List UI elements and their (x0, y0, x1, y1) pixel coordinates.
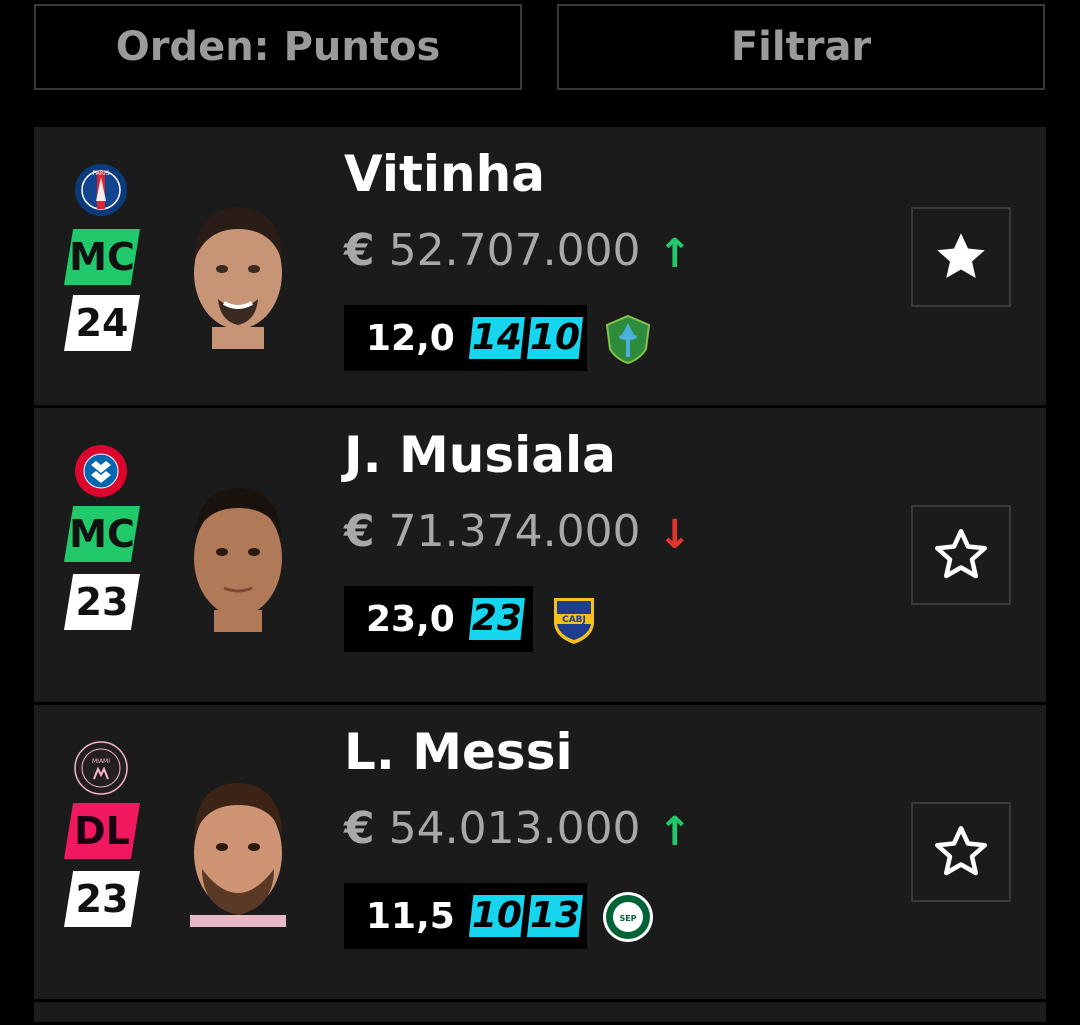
recent-score: 23 (468, 598, 525, 640)
average-points: 23,0 (366, 598, 455, 640)
player-list: PARIS MC 24 Vitinha €52.707.000 ↑ 12,0 1… (34, 127, 1046, 1025)
value-amount: 52.707.000 (388, 225, 641, 276)
position-badge: MC (64, 229, 140, 285)
average-points: 11,5 (366, 895, 455, 937)
player-photo (194, 488, 282, 632)
points-summary: 12,0 14 10 (344, 305, 587, 371)
player-photo (190, 783, 286, 927)
currency-symbol: € (344, 225, 375, 276)
value-amount: 71.374.000 (388, 506, 641, 557)
player-card-vitinha[interactable]: PARIS MC 24 Vitinha €52.707.000 ↑ 12,0 1… (34, 127, 1046, 408)
toolbar: Orden: Puntos Filtrar (0, 0, 1080, 110)
player-value: €71.374.000 (344, 506, 641, 557)
star-outline-icon (935, 529, 987, 579)
player-name: L. Messi (344, 723, 573, 781)
svg-text:CABJ: CABJ (562, 615, 586, 625)
player-card-musiala[interactable]: MC 23 J. Musiala €71.374.000 ↓ 23,0 23 C… (34, 408, 1046, 705)
star-outline-icon (935, 826, 987, 876)
player-card-partial (34, 1002, 1046, 1025)
position-badge: MC (64, 506, 140, 562)
svg-text:PARIS: PARIS (92, 170, 109, 177)
trend-down-icon: ↓ (658, 512, 692, 558)
psg-club-icon: PARIS (75, 164, 127, 216)
value-amount: 54.013.000 (388, 803, 641, 854)
player-photo (194, 207, 282, 349)
average-points: 12,0 (366, 317, 455, 359)
position-badge: DL (64, 803, 140, 859)
svg-text:SEP: SEP (619, 914, 636, 923)
player-card-messi[interactable]: MIAMI DL 23 L. Messi €54.013.000 ↑ 11,5 … (34, 705, 1046, 1002)
favorite-button[interactable] (911, 207, 1011, 307)
svg-text:MIAMI: MIAMI (92, 758, 110, 765)
inter-miami-club-icon: MIAMI (74, 741, 128, 795)
recent-score: 10 (526, 317, 584, 359)
rating-badge: 23 (64, 574, 140, 630)
player-name: J. Musiala (344, 426, 616, 484)
trend-up-icon: ↑ (658, 231, 692, 277)
recent-score: 14 (468, 317, 525, 359)
rating-badge: 23 (64, 871, 140, 927)
sort-order-button[interactable]: Orden: Puntos (34, 4, 522, 90)
filter-button[interactable]: Filtrar (557, 4, 1045, 90)
rating-badge: 24 (64, 295, 140, 351)
boca-juniors-icon: CABJ (554, 598, 594, 644)
seattle-sounders-icon (605, 314, 651, 365)
recent-score: 10 (468, 895, 525, 937)
points-summary: 11,5 10 13 (344, 883, 587, 949)
currency-symbol: € (344, 803, 375, 854)
player-name: Vitinha (344, 145, 545, 203)
player-value: €52.707.000 (344, 225, 641, 276)
trend-up-icon: ↑ (658, 809, 692, 855)
recent-score: 13 (526, 895, 584, 937)
favorite-button[interactable] (911, 802, 1011, 902)
star-filled-icon (937, 233, 985, 278)
currency-symbol: € (344, 506, 375, 557)
bayern-club-icon (75, 445, 127, 497)
player-value: €54.013.000 (344, 803, 641, 854)
favorite-button[interactable] (911, 505, 1011, 605)
palmeiras-icon: SEP (603, 892, 653, 942)
points-summary: 23,0 23 (344, 586, 533, 652)
